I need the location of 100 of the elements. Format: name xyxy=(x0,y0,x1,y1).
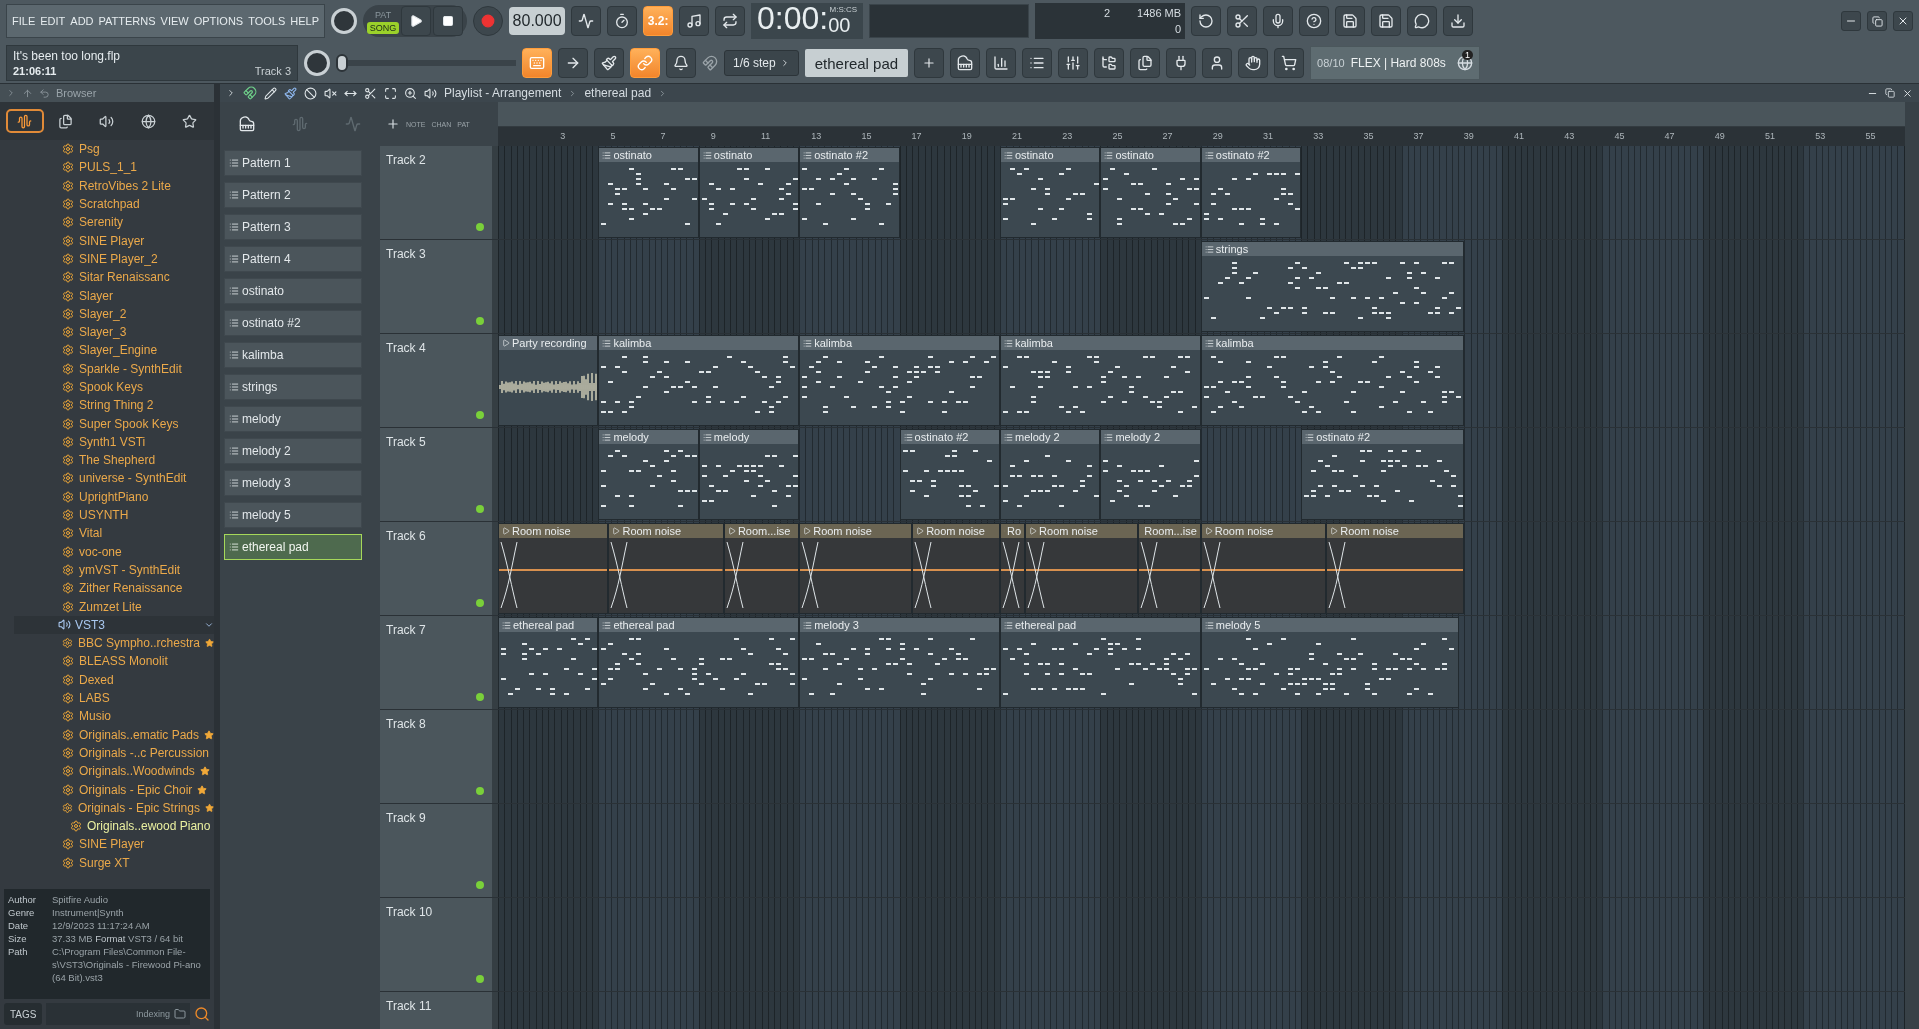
search-icon[interactable] xyxy=(194,1006,210,1022)
plugin-item[interactable]: Psg xyxy=(14,140,214,159)
plugin-item[interactable]: Synth1 VSTi xyxy=(14,432,214,452)
chat-button[interactable] xyxy=(1407,6,1438,36)
download-button[interactable] xyxy=(1443,6,1474,36)
select-icon[interactable] xyxy=(384,86,397,100)
save-button[interactable] xyxy=(1335,6,1366,36)
typing-button[interactable] xyxy=(522,48,552,78)
pencil-icon[interactable] xyxy=(264,86,277,100)
menu-item[interactable]: VIEW xyxy=(160,15,189,27)
playlist-clip[interactable]: ethereal pad xyxy=(598,617,800,708)
link-button[interactable] xyxy=(630,48,660,78)
playlist-clip[interactable]: ostinato xyxy=(598,147,699,238)
minimize-button[interactable] xyxy=(1841,11,1861,31)
help-button[interactable] xyxy=(1299,6,1330,36)
pattern-item[interactable]: Pattern 4 xyxy=(224,246,362,272)
playlist-clip[interactable]: ostinato #2 xyxy=(899,429,1000,520)
playlist-clip[interactable]: Room noise xyxy=(1025,523,1139,614)
playlist-clip[interactable]: strings xyxy=(1200,241,1465,332)
zoom-icon[interactable] xyxy=(404,86,417,100)
track-active-dot[interactable] xyxy=(476,411,484,419)
browser-tree-button[interactable] xyxy=(1094,48,1125,78)
snap-selector[interactable]: 1/6 step xyxy=(724,50,799,76)
playlist-clip[interactable]: Room noise xyxy=(498,523,609,614)
mixer-button[interactable] xyxy=(1058,48,1089,78)
pattern-item[interactable]: melody xyxy=(224,406,362,432)
close-button[interactable] xyxy=(1893,11,1913,31)
playlist-clip[interactable]: Room noise xyxy=(912,523,1000,614)
plugin-item[interactable]: Zither Renaissance xyxy=(14,579,214,598)
playlist-clip[interactable]: ethereal pad xyxy=(498,617,599,708)
track-active-dot[interactable] xyxy=(476,693,484,701)
brush-icon[interactable] xyxy=(284,86,297,100)
playlist-clip[interactable]: Room...ise xyxy=(1138,523,1201,614)
plugin-item[interactable]: PULS_1_1 xyxy=(14,158,214,177)
plugin-item[interactable]: SINE Player xyxy=(14,835,214,854)
restore-button[interactable] xyxy=(1885,88,1895,98)
track-header[interactable]: Track 9 xyxy=(380,804,498,897)
plugin-item[interactable]: ymVST - SynthEdit xyxy=(14,560,214,580)
vertical-scrollbar[interactable] xyxy=(1905,102,1919,1029)
save-audio-button[interactable] xyxy=(1371,6,1402,36)
delete-icon[interactable] xyxy=(304,86,317,100)
plugin-item[interactable]: Zumzet Lite xyxy=(14,597,214,616)
looprec-button[interactable] xyxy=(715,6,746,36)
plugin-item[interactable]: Spook Keys xyxy=(14,377,214,397)
playlist-clip[interactable]: Party recording xyxy=(498,335,599,426)
master-pitch-knob[interactable] xyxy=(304,50,330,76)
plugin-item[interactable]: Slayer_3 xyxy=(14,322,214,342)
close-button[interactable] xyxy=(1902,87,1913,99)
track-header[interactable]: Track 11 xyxy=(380,992,498,1029)
tuner-button[interactable] xyxy=(571,6,602,36)
playlist-clip[interactable]: melody xyxy=(598,429,699,520)
stroke-button[interactable] xyxy=(594,48,624,78)
track-active-dot[interactable] xyxy=(476,505,484,513)
pattern-selector[interactable]: ethereal pad xyxy=(804,49,909,77)
expand-icon[interactable] xyxy=(226,88,236,98)
scissors-icon[interactable] xyxy=(364,86,377,100)
stepedit-button[interactable] xyxy=(679,6,710,36)
playlist-clip[interactable]: melody xyxy=(698,429,800,520)
song-toggle[interactable]: SONG xyxy=(366,21,400,34)
plugin-item[interactable]: Originals - Epic Strings xyxy=(14,798,214,817)
mute-icon[interactable] xyxy=(324,86,337,100)
playlist-clip[interactable]: Room noise xyxy=(1326,523,1465,614)
plugin-item[interactable]: voc-one xyxy=(14,542,214,561)
playlist-clip[interactable]: Room noise xyxy=(1200,523,1327,614)
tempo-field[interactable]: 80.000 xyxy=(509,7,566,35)
metronome-button[interactable] xyxy=(666,48,696,78)
plugin-item[interactable]: SINE Player xyxy=(14,231,214,250)
pattern-item[interactable]: ethereal pad xyxy=(224,534,362,560)
track-active-dot[interactable] xyxy=(476,599,484,607)
menu-item[interactable]: OPTIONS xyxy=(193,15,244,27)
pat-toggle[interactable]: PAT xyxy=(371,8,395,21)
plugin-item[interactable]: LABS xyxy=(14,688,214,708)
up-icon[interactable] xyxy=(22,87,33,99)
menu-item[interactable]: ADD xyxy=(70,15,94,27)
plugin-item[interactable]: String Thing 2 xyxy=(14,396,214,415)
news-panel[interactable]: 08/10 FLEX | Hard 808s 1 xyxy=(1310,46,1481,80)
step-sequencer-button[interactable] xyxy=(986,48,1017,78)
track-header[interactable]: Track 6 xyxy=(380,522,498,615)
track-header[interactable]: Track 5 xyxy=(380,428,498,521)
playlist-clip[interactable]: Ro xyxy=(1000,523,1026,614)
plugin-item[interactable]: Originals..ewood Piano xyxy=(14,817,214,836)
pattern-item[interactable]: melody 3 xyxy=(224,470,362,496)
plugin-item[interactable]: Serenity xyxy=(14,213,214,232)
playlist-clip[interactable]: melody 2 xyxy=(1000,429,1101,520)
track-active-dot[interactable] xyxy=(476,317,484,325)
pattern-item[interactable]: ostinato xyxy=(224,278,362,304)
playlist-clip[interactable]: kalimba xyxy=(799,335,1000,426)
plugin-item[interactable]: Sparkle - SynthEdit xyxy=(14,359,214,378)
playlist-clip[interactable]: melody 3 xyxy=(799,617,1000,708)
pattern-item[interactable]: Pattern 3 xyxy=(224,214,362,240)
playlist-clip[interactable]: kalimba xyxy=(1200,335,1465,426)
playlist-clip[interactable]: ethereal pad xyxy=(1000,617,1201,708)
piano-roll-button[interactable] xyxy=(950,48,981,78)
pattern-item[interactable]: Pattern 1 xyxy=(224,150,362,176)
person-button[interactable] xyxy=(1202,48,1233,78)
pattern-item[interactable]: ostinato #2 xyxy=(224,310,362,336)
plugin-item[interactable]: Originals - Epic Choir xyxy=(14,780,214,799)
search-field[interactable]: Indexing xyxy=(46,1003,190,1025)
playlist-clip[interactable]: ostinato xyxy=(1000,147,1101,238)
plugin-item[interactable]: Originals..Woodwinds xyxy=(14,762,214,781)
